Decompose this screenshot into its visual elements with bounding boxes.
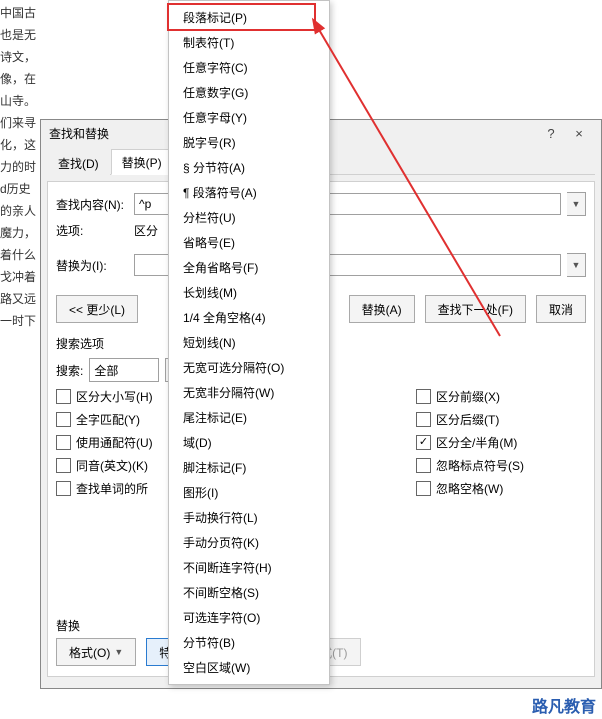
- checkbox-label: 全字匹配(Y): [76, 411, 140, 428]
- replace-with-label: 替换为(I):: [56, 257, 128, 274]
- checkbox-box: [56, 458, 71, 473]
- checkbox-label: 忽略空格(W): [436, 480, 503, 497]
- menu-item[interactable]: 手动分页符(K): [169, 530, 329, 555]
- find-what-dropdown[interactable]: ▼: [567, 192, 586, 216]
- menu-item[interactable]: 尾注标记(E): [169, 405, 329, 430]
- checkbox-label: 区分全/半角(M): [436, 434, 517, 451]
- checkbox-box: [416, 389, 431, 404]
- tab-replace[interactable]: 替换(P): [111, 149, 173, 175]
- less-button[interactable]: << 更少(L): [56, 295, 138, 323]
- menu-item[interactable]: 不间断连字符(H): [169, 555, 329, 580]
- menu-item[interactable]: 手动换行符(L): [169, 505, 329, 530]
- menu-item[interactable]: 域(D): [169, 430, 329, 455]
- checkbox-box: [56, 481, 71, 496]
- checkbox-label: 区分大小写(H): [76, 388, 153, 405]
- menu-item[interactable]: 脱字号(R): [169, 130, 329, 155]
- format-button-label: 格式(O): [69, 644, 110, 661]
- cancel-button[interactable]: 取消: [536, 295, 586, 323]
- checkbox-box: [416, 435, 431, 450]
- checkbox-label: 区分后缀(T): [436, 411, 499, 428]
- replace-section-label: 替换: [56, 617, 80, 634]
- search-option-checkbox[interactable]: 区分全/半角(M): [416, 434, 517, 451]
- search-scope-select[interactable]: 全部: [89, 358, 159, 382]
- menu-item[interactable]: ¶ 段落符号(A): [169, 180, 329, 205]
- menu-item[interactable]: 分栏符(U): [169, 205, 329, 230]
- replace-with-dropdown[interactable]: ▼: [567, 253, 586, 277]
- search-scope-value: 全部: [94, 362, 118, 379]
- checkbox-box: [56, 412, 71, 427]
- checkbox-label: 区分前缀(X): [436, 388, 500, 405]
- search-option-checkbox[interactable]: 区分前缀(X): [416, 388, 500, 405]
- checkbox-box: [416, 481, 431, 496]
- menu-item[interactable]: 全角省略号(F): [169, 255, 329, 280]
- menu-item[interactable]: 无宽非分隔符(W): [169, 380, 329, 405]
- menu-item[interactable]: 任意字母(Y): [169, 105, 329, 130]
- find-what-label: 查找内容(N):: [56, 196, 128, 213]
- find-next-button[interactable]: 查找下一处(F): [425, 295, 526, 323]
- menu-item[interactable]: 图形(I): [169, 480, 329, 505]
- menu-item[interactable]: 不间断空格(S): [169, 580, 329, 605]
- tab-find[interactable]: 查找(D): [47, 150, 110, 175]
- menu-item[interactable]: 短划线(N): [169, 330, 329, 355]
- options-value: 区分: [134, 222, 158, 239]
- close-button[interactable]: ×: [565, 120, 593, 148]
- menu-item[interactable]: 无宽可选分隔符(O): [169, 355, 329, 380]
- chevron-down-icon: ▼: [114, 647, 123, 657]
- search-option-checkbox[interactable]: 忽略空格(W): [416, 480, 503, 497]
- menu-item[interactable]: 长划线(M): [169, 280, 329, 305]
- replace-all-button[interactable]: 替换(A): [349, 295, 415, 323]
- menu-item[interactable]: 任意字符(C): [169, 55, 329, 80]
- help-button[interactable]: ?: [537, 120, 565, 148]
- search-option-checkbox[interactable]: 区分后缀(T): [416, 411, 499, 428]
- menu-item[interactable]: 脚注标记(F): [169, 455, 329, 480]
- checkbox-box: [416, 458, 431, 473]
- menu-item[interactable]: 分节符(B): [169, 630, 329, 655]
- checkbox-label: 同音(英文)(K): [76, 457, 148, 474]
- menu-item[interactable]: 可选连字符(O): [169, 605, 329, 630]
- menu-item[interactable]: 段落标记(P): [169, 5, 329, 30]
- menu-item[interactable]: 制表符(T): [169, 30, 329, 55]
- format-button[interactable]: 格式(O) ▼: [56, 638, 136, 666]
- menu-item[interactable]: 空白区域(W): [169, 655, 329, 680]
- menu-item[interactable]: § 分节符(A): [169, 155, 329, 180]
- checkbox-label: 忽略标点符号(S): [436, 457, 524, 474]
- menu-item[interactable]: 省略号(E): [169, 230, 329, 255]
- options-label: 选项:: [56, 222, 128, 239]
- watermark-text: 路凡教育: [532, 693, 596, 717]
- search-option-checkbox[interactable]: 忽略标点符号(S): [416, 457, 524, 474]
- checkbox-box: [56, 435, 71, 450]
- checkbox-label: 查找单词的所: [76, 480, 148, 497]
- checkbox-box: [56, 389, 71, 404]
- background-document-text: 中国古也是无诗文， 像，在山寺。们来寻化，这力的时d历史的亲人 魔力，着什么 戈…: [0, 0, 42, 719]
- menu-item[interactable]: 任意数字(G): [169, 80, 329, 105]
- checkbox-label: 使用通配符(U): [76, 434, 153, 451]
- special-format-menu: 段落标记(P)制表符(T)任意字符(C)任意数字(G)任意字母(Y)脱字号(R)…: [168, 0, 330, 685]
- menu-item[interactable]: 1/4 全角空格(4): [169, 305, 329, 330]
- search-scope-label: 搜索:: [56, 362, 83, 379]
- checkbox-box: [416, 412, 431, 427]
